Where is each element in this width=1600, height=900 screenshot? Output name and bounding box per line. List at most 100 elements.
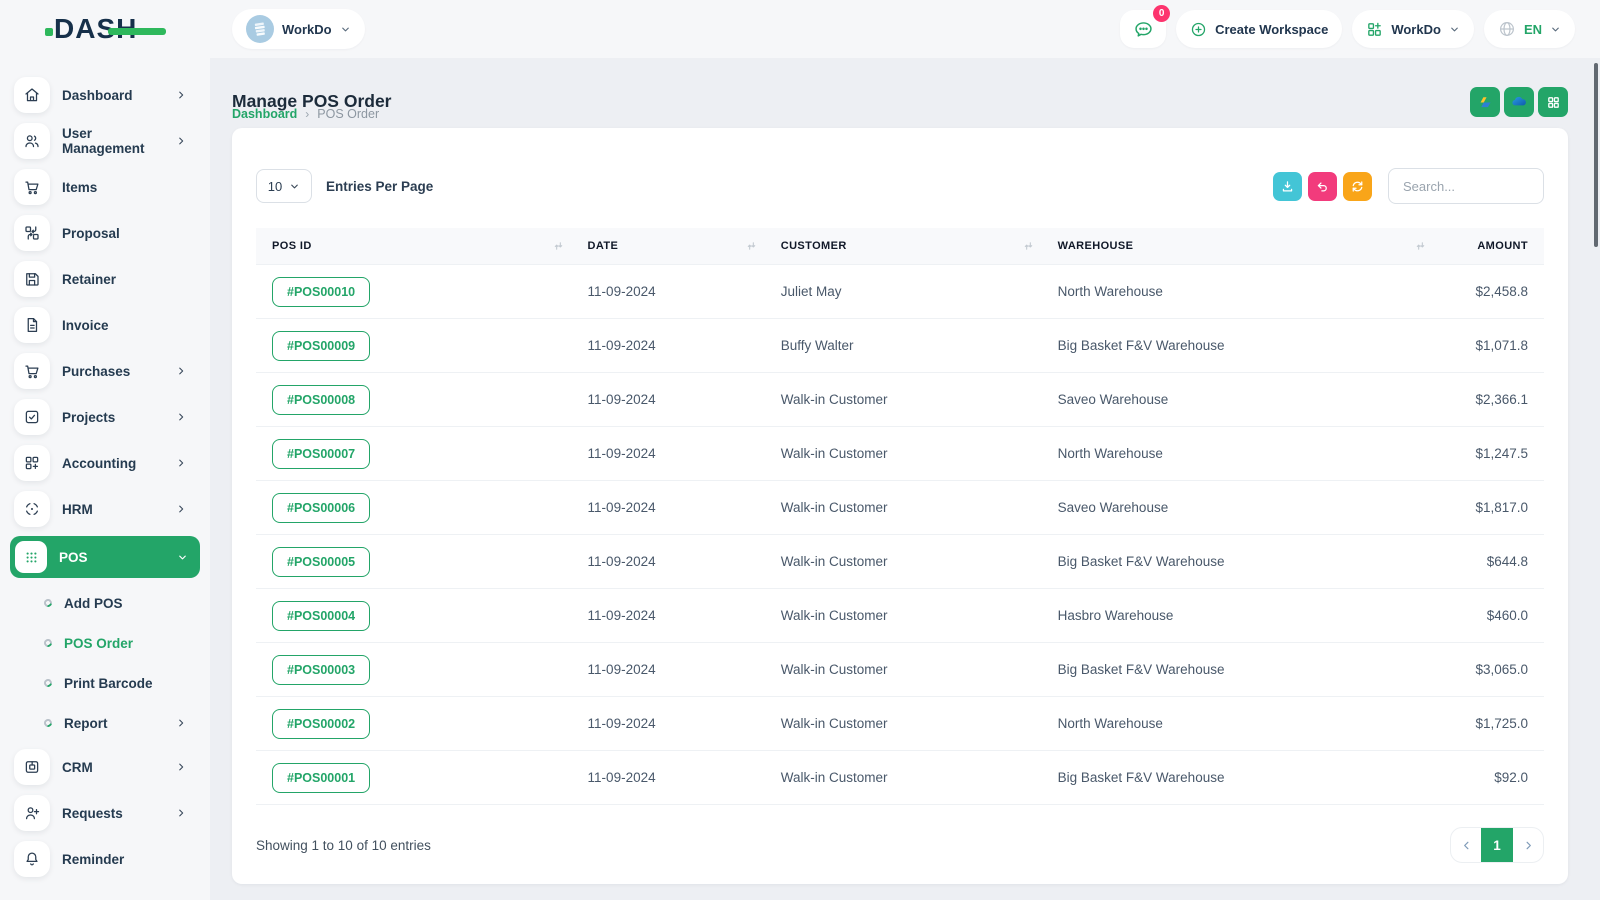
sidebar-item-invoice[interactable]: Invoice — [14, 306, 200, 344]
save-icon — [14, 261, 50, 297]
chevron-left-icon — [1463, 841, 1468, 849]
sidebar-item-pos[interactable]: POS — [10, 536, 200, 578]
chevron-down-icon — [1552, 27, 1559, 31]
table-row: #POS00007 11-09-2024 Walk-in Customer No… — [256, 426, 1544, 481]
table-row: #POS00002 11-09-2024 Walk-in Customer No… — [256, 696, 1544, 751]
pos-id-link[interactable]: #POS00006 — [272, 492, 371, 523]
sidebar-item-dashboard[interactable]: Dashboard — [14, 76, 200, 114]
home-icon — [14, 77, 50, 113]
sidebar-item-projects[interactable]: Projects — [14, 398, 200, 436]
sidebar-item-proposal[interactable]: Proposal — [14, 214, 200, 252]
user-plus-icon — [14, 795, 50, 831]
column-header-customer[interactable]: CUSTOMER — [764, 228, 1042, 265]
entries-summary: Showing 1 to 10 of 10 entries — [256, 837, 431, 853]
messages-button[interactable]: 0 — [1120, 5, 1171, 48]
chevron-right-icon — [179, 719, 184, 727]
sidebar-item-retainer[interactable]: Retainer — [14, 260, 200, 298]
page-actions — [1470, 87, 1568, 117]
grid-dots-icon — [15, 541, 47, 573]
chevron-right-icon — [179, 763, 184, 771]
sidebar-item-items[interactable]: Items — [14, 168, 200, 206]
date-cell: 11-09-2024 — [571, 750, 765, 805]
pos-id-link[interactable]: #POS00002 — [272, 708, 371, 739]
customer-cell: Juliet May — [764, 264, 1042, 319]
language-selector[interactable]: EN — [1483, 10, 1575, 48]
sidebar-subitem-report[interactable]: Report — [42, 708, 200, 738]
next-page-button[interactable] — [1513, 828, 1543, 862]
refresh-button[interactable] — [1343, 171, 1372, 201]
warehouse-cell: Hasbro Warehouse — [1041, 588, 1435, 643]
grid-icon — [1547, 96, 1559, 108]
date-cell: 11-09-2024 — [571, 588, 765, 643]
pos-id-link[interactable]: #POS00010 — [272, 276, 371, 307]
entries-per-page-value: 10 — [267, 178, 283, 194]
previous-page-button[interactable] — [1451, 828, 1481, 862]
sidebar-item-hrm[interactable]: HRM — [14, 490, 200, 528]
onedrive-button[interactable] — [1504, 87, 1534, 117]
pos-id-link[interactable]: #POS00005 — [272, 546, 371, 577]
table-row: #POS00008 11-09-2024 Walk-in Customer Sa… — [256, 372, 1544, 427]
sidebar-subitem-add-pos[interactable]: Add POS — [42, 588, 200, 618]
customer-cell: Walk-in Customer — [764, 696, 1042, 751]
search-input[interactable] — [1388, 168, 1544, 204]
logo-green-bar — [108, 28, 166, 35]
sidebar-subitem-pos-order[interactable]: POS Order — [42, 628, 200, 658]
chevron-right-icon — [179, 809, 184, 817]
breadcrumb-current: POS Order — [317, 107, 380, 121]
pos-id-link[interactable]: #POS00008 — [272, 384, 371, 415]
amount-cell: $1,247.5 — [1434, 426, 1544, 481]
swap-boxes-icon — [14, 215, 50, 251]
column-header-warehouse[interactable]: WAREHOUSE — [1041, 228, 1435, 265]
entries-per-page-select[interactable]: 10 — [256, 169, 312, 203]
app-logo[interactable]: DASH — [45, 13, 174, 47]
workspace-switcher-label: WorkDo — [282, 21, 332, 37]
pos-id-link[interactable]: #POS00001 — [272, 762, 371, 793]
column-header-pos-id[interactable]: POS ID — [256, 228, 572, 265]
sidebar-item-reminder[interactable]: Reminder — [14, 840, 200, 878]
chevron-down-icon — [1451, 27, 1458, 31]
warehouse-cell: Big Basket F&V Warehouse — [1041, 318, 1435, 373]
column-header-date[interactable]: DATE — [571, 228, 765, 265]
sidebar-item-requests[interactable]: Requests — [14, 794, 200, 832]
amount-cell: $1,071.8 — [1434, 318, 1544, 373]
reset-button[interactable] — [1308, 171, 1337, 201]
sidebar-item-purchases[interactable]: Purchases — [14, 352, 200, 390]
date-cell: 11-09-2024 — [571, 696, 765, 751]
pos-id-link[interactable]: #POS00003 — [272, 654, 371, 685]
breadcrumb-dashboard-link[interactable]: Dashboard — [232, 107, 297, 121]
pos-order-table: POS ID DATE CUSTOMER WAREHOUSE AMOUNT #P… — [256, 228, 1544, 805]
grid-view-button[interactable] — [1538, 87, 1568, 117]
column-header-amount[interactable]: AMOUNT — [1434, 228, 1544, 265]
table-row: #POS00006 11-09-2024 Walk-in Customer Sa… — [256, 480, 1544, 535]
chevron-down-icon — [179, 555, 186, 559]
workspace-switcher[interactable]: WorkDo — [232, 9, 365, 49]
breadcrumb-separator-icon: › — [305, 107, 310, 121]
chat-icon — [1134, 21, 1152, 37]
create-workspace-button[interactable]: Create Workspace — [1176, 10, 1343, 48]
google-drive-button[interactable] — [1470, 87, 1500, 117]
export-button[interactable] — [1273, 171, 1302, 201]
sort-icon — [554, 242, 562, 250]
refresh-icon — [1352, 180, 1363, 192]
amount-cell: $92.0 — [1434, 750, 1544, 805]
amount-cell: $460.0 — [1434, 588, 1544, 643]
sidebar-item-user-management[interactable]: User Management — [14, 122, 200, 160]
warehouse-cell: North Warehouse — [1041, 264, 1435, 319]
page-scrollbar[interactable] — [1594, 63, 1598, 247]
pos-id-link[interactable]: #POS00007 — [272, 438, 371, 469]
table-row: #POS00010 11-09-2024 Juliet May North Wa… — [256, 264, 1544, 319]
workdo-menu-button[interactable]: WorkDo — [1352, 10, 1474, 48]
table-header-row: POS ID DATE CUSTOMER WAREHOUSE AMOUNT — [256, 228, 1544, 265]
page-number-button[interactable]: 1 — [1481, 828, 1513, 862]
pos-id-link[interactable]: #POS00004 — [272, 600, 371, 631]
sidebar-item-accounting[interactable]: Accounting — [14, 444, 200, 482]
messages-badge: 0 — [1153, 5, 1171, 22]
breadcrumb: Dashboard › POS Order — [232, 107, 379, 121]
bullet-icon — [42, 677, 54, 689]
sidebar-subitem-print-barcode[interactable]: Print Barcode — [42, 668, 200, 698]
table-controls: 10 Entries Per Page — [256, 168, 1544, 204]
customer-cell: Walk-in Customer — [764, 642, 1042, 697]
pos-id-link[interactable]: #POS00009 — [272, 330, 371, 361]
sidebar-item-crm[interactable]: CRM — [14, 748, 200, 786]
customer-cell: Walk-in Customer — [764, 750, 1042, 805]
